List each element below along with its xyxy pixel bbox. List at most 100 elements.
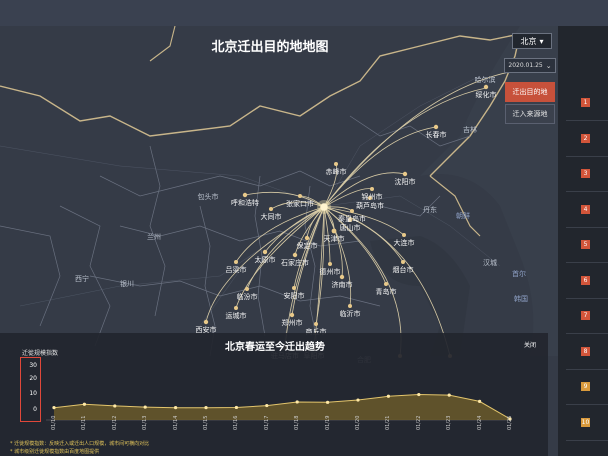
city-label: 石家庄市: [281, 259, 309, 267]
city-label: 天津市: [323, 235, 345, 243]
rank-badge: 8: [581, 346, 590, 356]
migrate-out-button[interactable]: 迁出目的地: [505, 82, 555, 102]
rank-badge: 2: [581, 133, 590, 143]
date-value: 2020.01.25: [508, 62, 543, 69]
x-tick: 01/20: [355, 415, 361, 430]
trend-point: [113, 404, 117, 408]
trend-area: [54, 394, 510, 420]
city-label: 保定市: [296, 242, 318, 250]
city-label: 赤峰市: [325, 168, 347, 176]
city-label: 兰州: [147, 233, 161, 241]
rank-badge: 10: [581, 417, 590, 427]
x-tick: 01/22: [415, 415, 422, 430]
x-tick: 01/15: [203, 415, 209, 430]
city-label: 唐山市: [339, 224, 361, 232]
rank-badge: 7: [581, 311, 590, 320]
rank-divider: [566, 191, 608, 192]
chevron-down-icon: ⌄: [545, 61, 552, 70]
city-label: 安阳市: [283, 292, 305, 300]
city-label: 吕梁市: [225, 266, 247, 274]
city-label: 绥化市: [475, 91, 497, 99]
city-label: 德州市: [319, 268, 341, 276]
rank-divider: [566, 333, 608, 334]
city-label: 首尔: [512, 270, 526, 278]
city-label: 丹东: [423, 206, 437, 214]
rank-badge: 6: [581, 275, 590, 285]
migrate-in-button[interactable]: 迁入来源地: [505, 104, 555, 124]
x-tick: 01/14: [172, 415, 179, 430]
rank-divider: [566, 404, 608, 405]
city-label: 青岛市: [375, 288, 397, 296]
trend-point: [265, 403, 269, 408]
city-label: 呼和浩特: [231, 199, 259, 207]
trend-point: [326, 400, 330, 404]
rank-divider: [566, 226, 608, 228]
trend-point: [204, 406, 208, 410]
x-tick: 01/13: [142, 415, 149, 430]
x-tick: 01/21: [385, 415, 392, 430]
city-label: 吉林: [463, 126, 477, 134]
rank-badge: 1: [581, 98, 590, 107]
city-label: 哈尔滨: [474, 76, 496, 84]
rank-badge: 9: [581, 382, 590, 391]
top-bar: [0, 0, 608, 26]
x-tick: 01/23: [446, 415, 453, 430]
city-label: 长春市: [425, 131, 447, 139]
rank-badge: 4: [581, 204, 590, 214]
city-label: 大同市: [260, 213, 282, 221]
trend-point: [52, 406, 56, 410]
x-tick: 01/12: [111, 415, 118, 430]
x-tick: 01/18: [294, 415, 301, 430]
rank-divider: [566, 439, 608, 441]
trend-chart: [46, 392, 512, 421]
city-label: 汉城: [483, 259, 497, 267]
trend-point: [478, 399, 482, 403]
trend-point: [174, 406, 178, 410]
x-tick: 01/19: [324, 415, 331, 430]
city-label: 包头市: [197, 193, 219, 201]
rank-divider: [566, 120, 608, 121]
city-label: 葫芦岛市: [356, 202, 384, 210]
city-label: 临汾市: [236, 293, 258, 301]
x-tick: 01/16: [233, 415, 240, 430]
city-label: 烟台市: [392, 266, 414, 274]
city-label: 张家口市: [286, 200, 314, 208]
city-label: 郑州市: [281, 319, 303, 327]
city-label: 沈阳市: [394, 178, 416, 186]
x-tick: 01/17: [263, 415, 270, 430]
city-label: 济南市: [331, 281, 353, 289]
rank-badge: 5: [581, 240, 590, 249]
trend-point: [82, 402, 86, 406]
x-tick: 01/10: [51, 415, 57, 430]
x-tick: 01/11: [81, 415, 88, 430]
trend-point: [417, 392, 421, 397]
footnote-1: * 迁徙规模指数：反映迁入或迁出人口规模，城市间可横向对比: [10, 441, 150, 447]
date-picker[interactable]: 2020.01.25 ⌄: [504, 58, 556, 73]
city-label: 太原市: [254, 256, 276, 264]
chevron-down-icon: ▾: [539, 36, 544, 46]
city-label: 韩国: [514, 295, 528, 303]
city-label: 临沂市: [339, 310, 361, 318]
city-label: 朝鲜: [456, 212, 470, 220]
rank-divider: [566, 155, 608, 157]
trend-point: [143, 405, 147, 409]
city-label: 西宁: [75, 275, 89, 283]
rank-divider: [566, 262, 608, 263]
city-select[interactable]: 北京 ▾: [512, 33, 552, 49]
footnote-2: * 城市级别迁徙规模指数由百度地图提供: [10, 449, 100, 455]
map-title: 北京迁出目的地地图: [211, 40, 329, 55]
trend-point: [295, 400, 299, 404]
trend-point: [234, 405, 238, 410]
rank-badge: 3: [581, 169, 590, 178]
trend-point: [356, 398, 360, 402]
city-label: 银川: [120, 280, 134, 288]
trend-point: [386, 394, 390, 398]
city-label: 大连市: [393, 239, 415, 247]
rank-divider: [566, 368, 608, 370]
x-tick: 01/25: [507, 415, 513, 430]
x-tick: 01/24: [476, 415, 483, 430]
trend-point: [447, 393, 451, 397]
city-label: 运城市: [225, 312, 247, 320]
rank-divider: [566, 297, 608, 299]
city-select-value: 北京: [520, 36, 537, 46]
